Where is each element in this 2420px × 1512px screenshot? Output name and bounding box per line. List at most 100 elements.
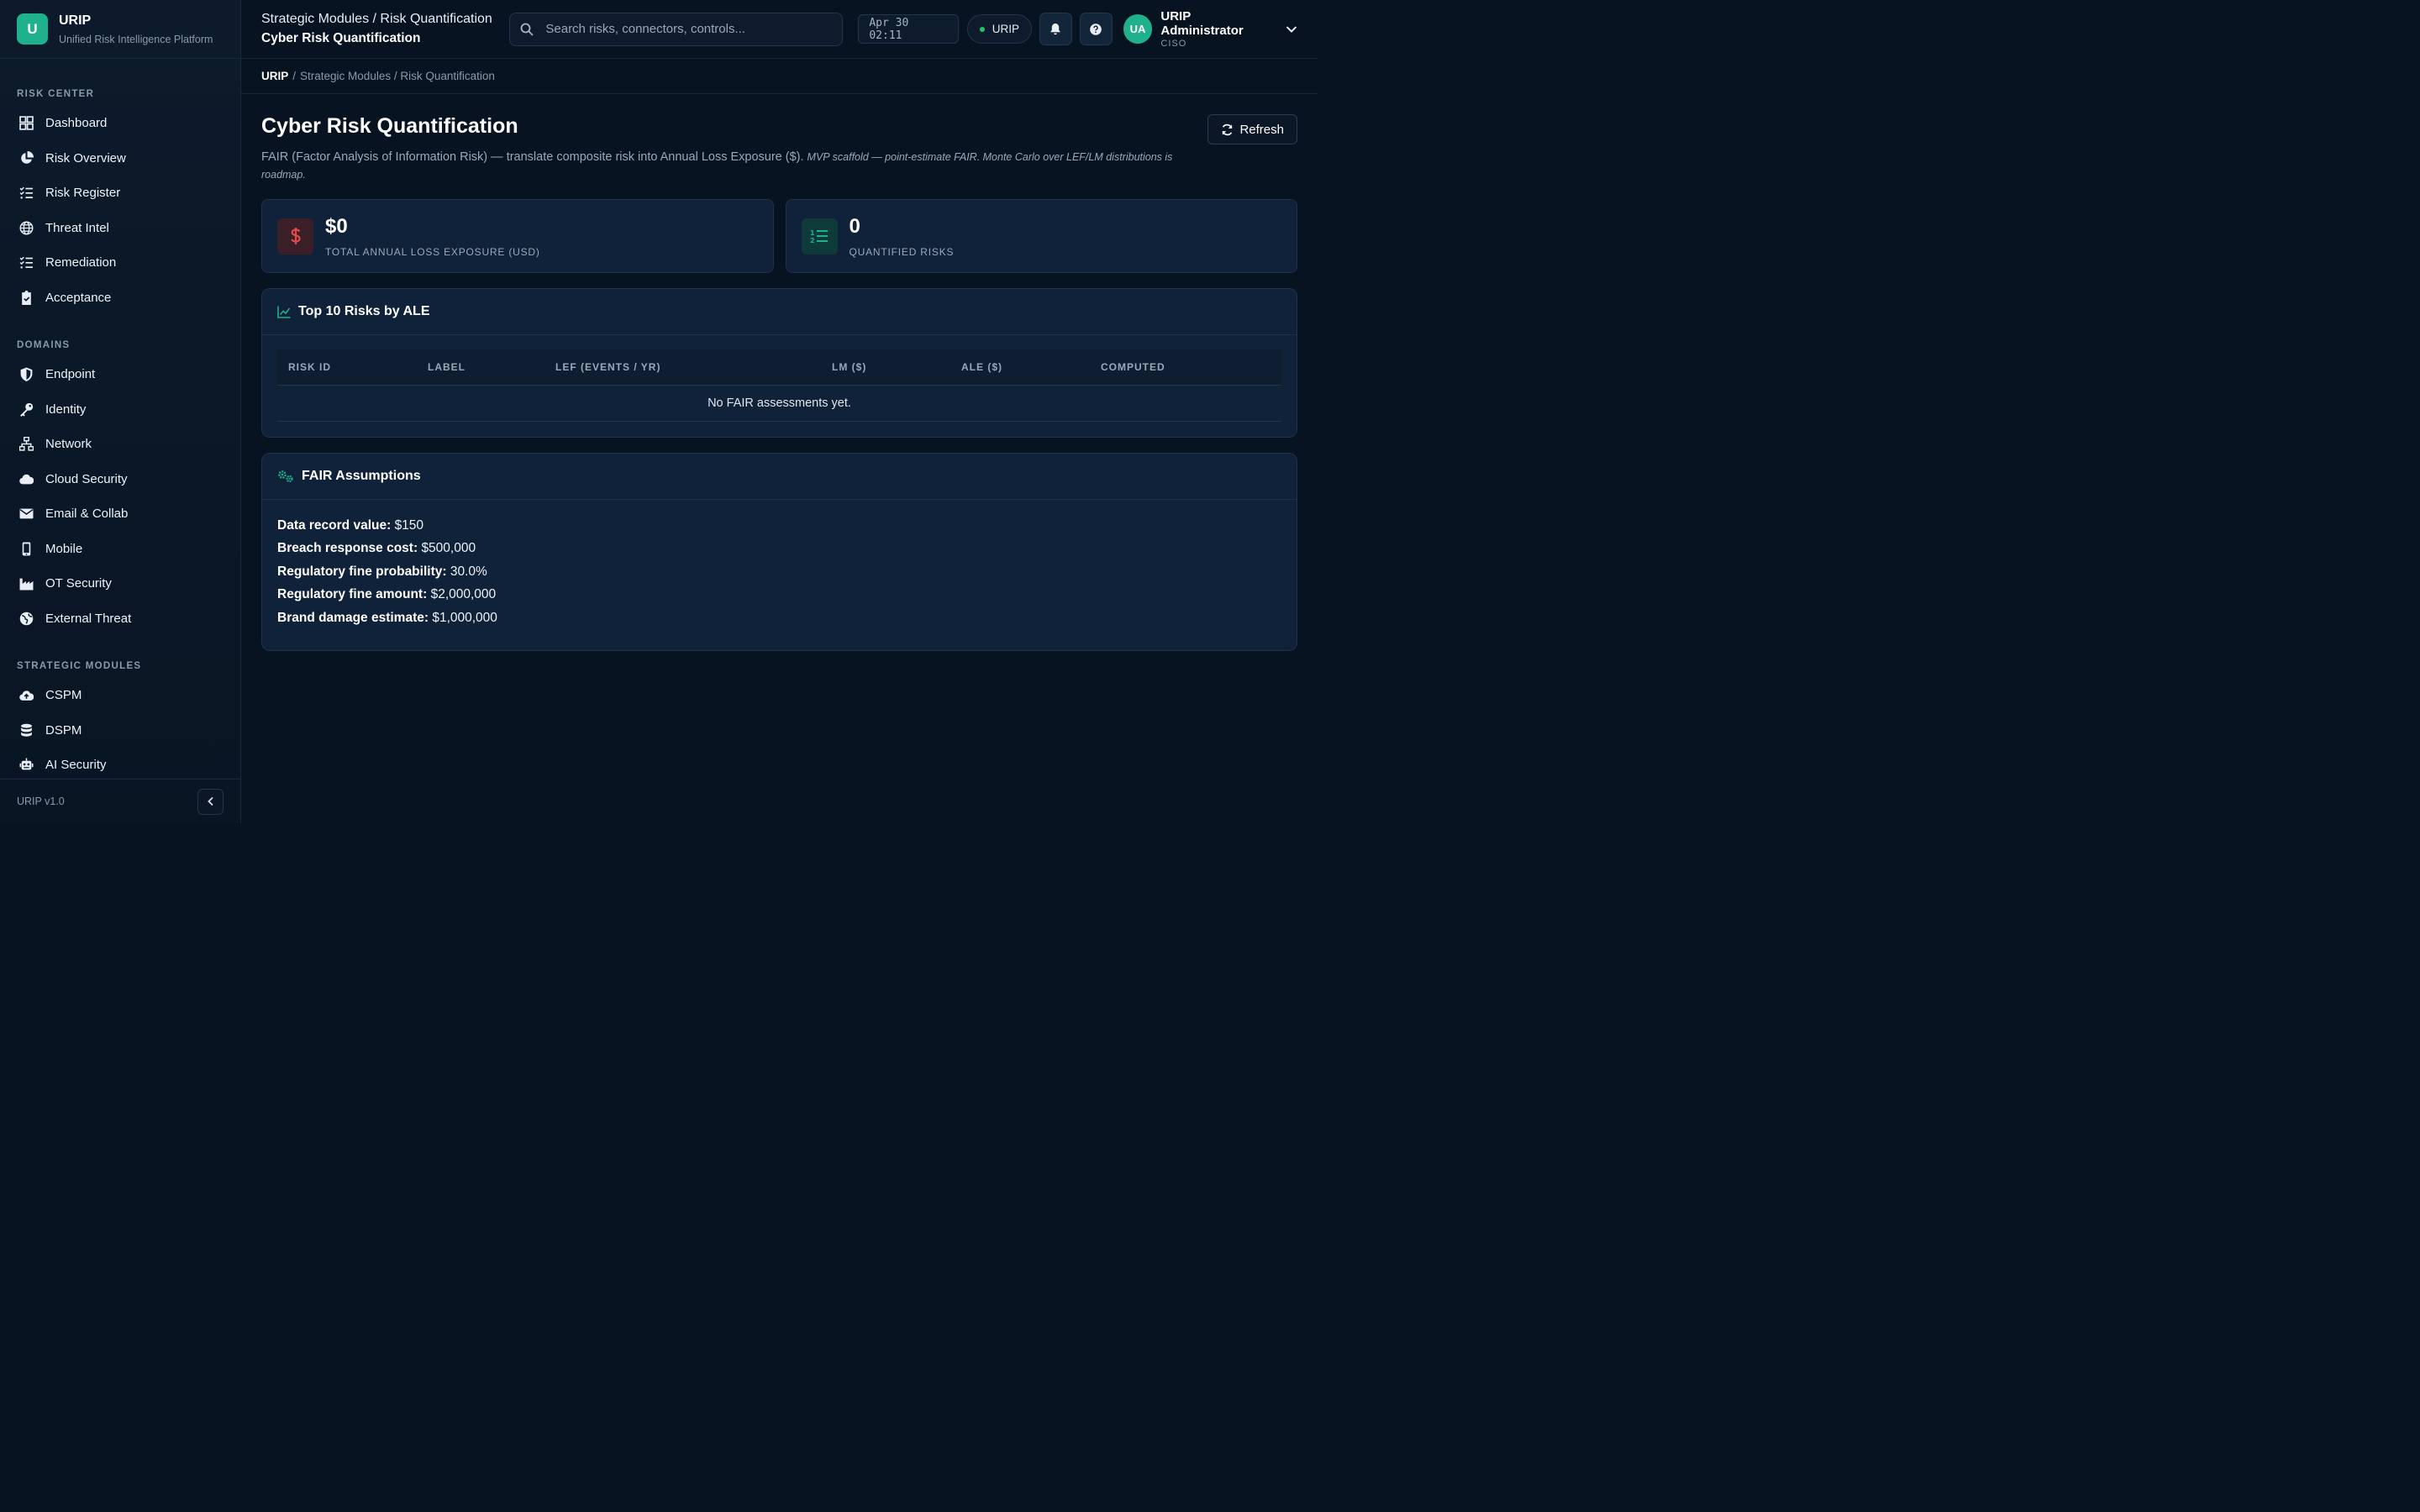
sidebar-item-label: Endpoint (45, 367, 96, 382)
risks-table: RISK ID LABEL LEF (EVENTS / YR) LM ($) A… (277, 349, 1281, 422)
key-icon (18, 402, 34, 417)
nav-section-title: DOMAINS (17, 340, 71, 350)
sidebar-item-label: CSPM (45, 688, 82, 703)
collapse-sidebar-button[interactable] (197, 788, 224, 815)
topbar-crumb: Strategic Modules / Risk Quantification (261, 12, 492, 26)
assumption-item: Brand damage estimate: $1,000,000 (277, 611, 1281, 634)
ordered-list-icon: 12 (801, 218, 838, 255)
top-risks-card: Top 10 Risks by ALE RISK ID LABEL LEF (E… (261, 288, 1297, 438)
sidebar-item-email-collab[interactable]: Email & Collab (0, 496, 240, 532)
sidebar-item-label: Identity (45, 402, 87, 417)
sidebar-item-identity[interactable]: Identity (0, 392, 240, 428)
line-chart-icon (277, 306, 291, 318)
topbar-page-title: Cyber Risk Quantification (261, 31, 421, 45)
sidebar-item-label: Risk Register (45, 186, 121, 201)
breadcrumb-separator: / (292, 70, 297, 82)
sidebar-item-label: Email & Collab (45, 507, 129, 522)
column-header[interactable]: ALE ($) (950, 349, 1090, 386)
search-box[interactable] (509, 12, 844, 46)
sidebar-item-label: Mobile (45, 541, 83, 556)
nav-section-title: STRATEGIC MODULES (17, 661, 142, 671)
assumptions-list: Data record value: $150 Breach response … (262, 500, 1297, 651)
sidebar-item-acceptance[interactable]: Acceptance (0, 281, 240, 316)
sidebar-item-label: Threat Intel (45, 220, 109, 235)
sidebar-item-label: DSPM (45, 722, 82, 738)
sidebar-item-remediation[interactable]: Remediation (0, 245, 240, 281)
sidebar-item-cspm[interactable]: CSPM (0, 678, 240, 713)
assumption-label: Data record value: (277, 517, 392, 533)
table-row: No FAIR assessments yet. (277, 385, 1281, 422)
assumption-value: $2,000,000 (430, 587, 497, 601)
column-header[interactable]: LEF (EVENTS / YR) (544, 349, 821, 386)
refresh-label: Refresh (1239, 122, 1284, 137)
assumption-label: Brand damage estimate: (277, 610, 429, 625)
stat-card-quantified: 12 0 QUANTIFIED RISKS (785, 199, 1297, 273)
sidebar-item-external-threat[interactable]: External Threat (0, 601, 240, 637)
sidebar-item-cloud-security[interactable]: Cloud Security (0, 462, 240, 497)
sidebar-item-label: Acceptance (45, 290, 112, 305)
refresh-button[interactable]: Refresh (1207, 114, 1297, 144)
sidebar-item-network[interactable]: Network (0, 427, 240, 462)
notifications-button[interactable] (1039, 13, 1072, 45)
sidebar-item-label: Network (45, 437, 92, 452)
svg-text:1: 1 (810, 229, 815, 237)
tenant-badge[interactable]: URIP (966, 14, 1033, 44)
industry-icon (18, 576, 34, 591)
list-check-icon (18, 255, 34, 270)
sidebar-item-endpoint[interactable]: Endpoint (0, 357, 240, 392)
sidebar-item-dashboard[interactable]: Dashboard (0, 106, 240, 141)
assumption-value: 30.0% (450, 564, 487, 579)
sidebar-item-threat-intel[interactable]: Threat Intel (0, 211, 240, 246)
chevron-left-icon (207, 796, 213, 806)
help-button[interactable] (1079, 13, 1113, 45)
column-header[interactable]: LM ($) (821, 349, 950, 386)
table-header-row: RISK ID LABEL LEF (EVENTS / YR) LM ($) A… (277, 349, 1281, 386)
main-area: Strategic Modules / Risk Quantification … (241, 0, 1318, 823)
bell-icon (1050, 24, 1061, 35)
sidebar-item-label: Remediation (45, 255, 117, 270)
sidebar-item-ai-security[interactable]: AI Security (0, 748, 240, 779)
envelope-icon (18, 507, 34, 522)
brand[interactable]: U URIP Unified Risk Intelligence Platfor… (0, 0, 240, 59)
card-header: FAIR Assumptions (262, 454, 1297, 500)
brand-tagline: Unified Risk Intelligence Platform (59, 33, 213, 45)
clock-display: Apr 30 02:11 (858, 14, 959, 44)
tenant-name: URIP (992, 23, 1020, 35)
stat-label: TOTAL ANNUAL LOSS EXPOSURE (USD) (325, 245, 540, 258)
svg-text:2: 2 (810, 237, 815, 244)
sidebar-item-label: Dashboard (45, 116, 108, 131)
chevron-down-icon (1286, 25, 1297, 33)
breadcrumb-path: Strategic Modules / Risk Quantification (300, 70, 495, 82)
sidebar-item-mobile[interactable]: Mobile (0, 532, 240, 567)
shield-icon (18, 367, 34, 382)
search-input[interactable] (545, 22, 815, 36)
nav-section-risk-center: RISK CENTER Dashboard Risk Overview Risk… (0, 76, 240, 315)
clipboard-check-icon (18, 290, 34, 305)
sidebar-item-ot-security[interactable]: OT Security (0, 566, 240, 601)
sidebar-item-risk-overview[interactable]: Risk Overview (0, 141, 240, 176)
column-header[interactable]: RISK ID (277, 349, 417, 386)
app-version: URIP v1.0 (17, 795, 65, 807)
assumption-value: $150 (394, 517, 424, 533)
breadcrumb-root[interactable]: URIP (261, 70, 288, 82)
column-header[interactable]: LABEL (417, 349, 544, 386)
brand-logo: U (17, 13, 48, 45)
page-header: Cyber Risk Quantification FAIR (Factor A… (261, 114, 1297, 184)
sidebar-item-dspm[interactable]: DSPM (0, 713, 240, 748)
column-header[interactable]: COMPUTED (1090, 349, 1281, 386)
user-menu[interactable]: UA URIP Administrator CISO (1123, 9, 1297, 49)
sidebar-item-risk-register[interactable]: Risk Register (0, 176, 240, 211)
mobile-icon (18, 541, 34, 556)
empty-state: No FAIR assessments yet. (277, 385, 1281, 422)
brand-name: URIP (59, 13, 92, 28)
dashboard-icon (18, 116, 34, 131)
sidebar-footer: URIP v1.0 (0, 779, 240, 823)
nav-section-strategic-modules: STRATEGIC MODULES CSPM DSPM AI Security (0, 648, 240, 779)
assumption-value: $500,000 (421, 541, 476, 555)
sidebar-item-label: Risk Overview (45, 150, 126, 165)
robot-icon (18, 758, 34, 773)
user-name: URIP Administrator (1160, 9, 1244, 38)
nav-section-title: RISK CENTER (17, 89, 95, 99)
database-icon (18, 722, 34, 738)
sidebar-nav: RISK CENTER Dashboard Risk Overview Risk… (0, 59, 240, 779)
